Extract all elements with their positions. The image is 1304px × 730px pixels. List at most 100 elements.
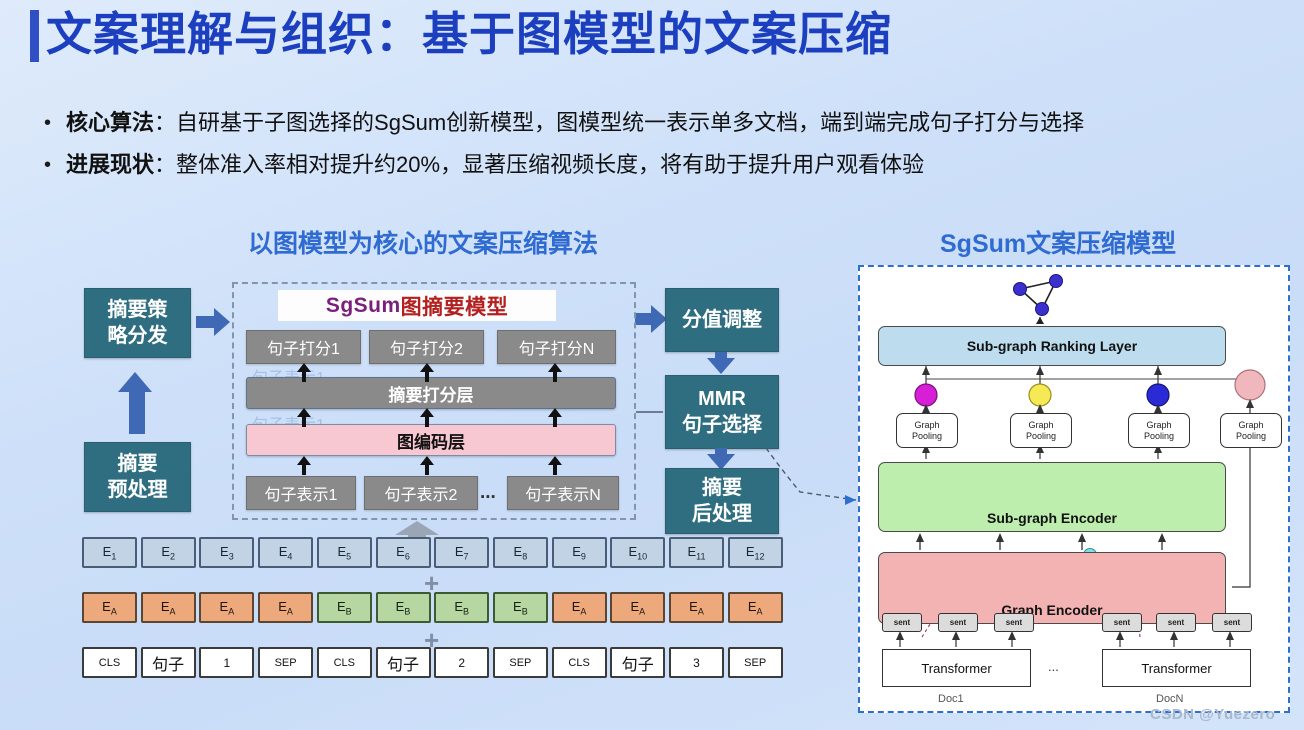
stage-preprocess-line2: 预处理 [107, 479, 168, 501]
title-accent-bar [30, 10, 39, 62]
segment-token-12: EA [727, 592, 783, 623]
score-box-n: 句子打分N [497, 330, 616, 364]
input-token-10: 句子 [610, 647, 666, 678]
embedding-token-3: E3 [199, 537, 255, 568]
embedding-token-7: E7 [434, 537, 490, 568]
input-token-3: 1 [199, 647, 255, 678]
transformer-docn: Transformer [1102, 649, 1251, 687]
bullet-text-1: 核心算法：自研基于子图选择的SgSum创新模型，图模型统一表示单多文档，端到端完… [66, 108, 1084, 138]
embedding-token-10: E10 [610, 537, 666, 568]
graph-pooling-4: Graph Pooling [1220, 413, 1282, 448]
stage-box-strategy: 摘要策 略分发 [84, 288, 191, 358]
pool-line1: Graph [914, 419, 940, 430]
mmr-line2: 句子选择 [682, 414, 762, 436]
segment-token-10: EA [610, 592, 666, 623]
plus-sign-1: + [424, 568, 440, 598]
arrow-up-icon [297, 408, 311, 427]
input-token-8: SEP [492, 647, 548, 678]
arrow-up-icon [420, 408, 434, 427]
slide-canvas: 文案理解与组织：基于图模型的文案压缩 • 核心算法：自研基于子图选择的SgSum… [0, 0, 1304, 730]
graph-pooling-1: Graph Pooling [896, 413, 958, 448]
stage-strategy-line1: 摘要策 [107, 299, 168, 321]
transformer-ellipsis: ... [1048, 659, 1059, 674]
arrow-down-icon [707, 352, 735, 374]
postprocess-line2: 后处理 [692, 503, 752, 525]
watermark: CSDN @Yuezero [1150, 706, 1276, 723]
sent-token-1: sent [882, 613, 922, 632]
embedding-token-11: E11 [669, 537, 724, 568]
embedding-token-4: E4 [258, 537, 314, 568]
arrow-up-icon [420, 363, 434, 382]
right-diagram-caption: SgSum文案压缩模型 [940, 230, 1177, 258]
bullet-body-2: 整体准入率相对提升约20%，显著压缩视频长度，将有助于提升用户观看体验 [176, 152, 925, 177]
bullet-body-1: 自研基于子图选择的SgSum创新模型，图模型统一表示单多文档，端到端完成句子打分… [176, 110, 1085, 135]
sub-graph-encoder: Sub-graph Encoder [878, 462, 1226, 532]
graph-pooling-3: Graph Pooling [1128, 413, 1190, 448]
input-token-2: 句子 [140, 647, 196, 678]
pool-line2: Pooling [1025, 430, 1057, 441]
stage-preprocess-line1: 摘要 [117, 453, 158, 475]
embedding-token-1: E1 [82, 537, 137, 568]
mmr-line1: MMR [698, 388, 746, 410]
bullet-item-1: • 核心算法：自研基于子图选择的SgSum创新模型，图模型统一表示单多文档，端到… [44, 108, 1304, 138]
graph-encoding-layer: 图编码层 [246, 424, 616, 456]
embedding-token-9: E9 [551, 537, 607, 568]
segment-token-8: EB [492, 592, 548, 623]
sent-token-5: sent [1156, 613, 1196, 632]
stage-box-score-adjust: 分值调整 [665, 288, 779, 352]
score-box-2: 句子打分2 [369, 330, 484, 364]
stage-box-preprocess: 摘要 预处理 [84, 442, 191, 512]
segment-token-2: EA [140, 592, 196, 623]
bullet-list: • 核心算法：自研基于子图选择的SgSum创新模型，图模型统一表示单多文档，端到… [44, 108, 1304, 192]
segment-token-7: EB [434, 592, 490, 623]
input-token-12: SEP [727, 647, 783, 678]
stage-box-mmr: MMR 句子选择 [665, 375, 779, 449]
arrow-up-icon [420, 456, 434, 475]
repr-box-1: 句子表示1 [246, 476, 356, 510]
repr-box-2: 句子表示2 [364, 476, 478, 510]
sent-token-3: sent [994, 613, 1034, 632]
segment-token-11: EA [669, 592, 724, 623]
pool-line1: Graph [1028, 419, 1054, 430]
transformer-doc1: Transformer [882, 649, 1031, 687]
doc-label-n: DocN [1156, 693, 1184, 705]
input-token-4: SEP [258, 647, 314, 678]
sgsum-banner-suffix: 图摘要模型 [400, 295, 509, 319]
segment-token-1: EA [82, 592, 137, 623]
arrow-up-icon [548, 408, 562, 427]
arrow-up-icon [548, 363, 562, 382]
repr-ellipsis: ... [480, 482, 496, 503]
arrow-right-icon [196, 308, 230, 336]
segment-token-4: EA [258, 592, 314, 623]
sgsum-model-banner: SgSum 图摘要模型 [278, 290, 556, 321]
arrow-up-icon [118, 372, 155, 434]
segment-token-3: EA [199, 592, 255, 623]
repr-box-n: 句子表示N [507, 476, 619, 510]
pool-line2: Pooling [1235, 430, 1267, 441]
left-diagram-caption: 以图模型为核心的文案压缩算法 [248, 230, 599, 258]
arrow-up-icon [548, 456, 562, 475]
segment-token-9: EA [551, 592, 607, 623]
bullet-item-2: • 进展现状：整体准入率相对提升约20%，显著压缩视频长度，将有助于提升用户观看… [44, 150, 1304, 180]
stage-box-postprocess: 摘要 后处理 [665, 468, 779, 534]
pool-line2: Pooling [911, 430, 943, 441]
bullet-marker-1: • [44, 112, 52, 134]
bullet-marker-2: • [44, 154, 52, 176]
bullet-label-2: 进展现状 [66, 152, 155, 177]
graph-pooling-2: Graph Pooling [1010, 413, 1072, 448]
segment-token-6: EB [375, 592, 431, 623]
sent-token-2: sent [938, 613, 978, 632]
sgsum-architecture-inner: Sub-graph Ranking Layer Sub-graph Encode… [860, 267, 1288, 711]
sub-graph-ranking-layer: Sub-graph Ranking Layer [878, 326, 1226, 366]
score-box-1: 句子打分1 [246, 330, 361, 364]
input-token-1: CLS [82, 647, 137, 678]
bullet-sep-2: ： [154, 152, 177, 177]
arrow-down-icon [707, 448, 735, 470]
bullet-label-1: 核心算法 [66, 110, 155, 135]
pool-line1: Graph [1146, 419, 1172, 430]
input-token-6: 句子 [375, 647, 431, 678]
bullet-text-2: 进展现状：整体准入率相对提升约20%，显著压缩视频长度，将有助于提升用户观看体验 [66, 150, 924, 180]
arrow-up-icon [297, 363, 311, 382]
postprocess-line1: 摘要 [702, 477, 742, 499]
arrow-up-icon [297, 456, 311, 475]
